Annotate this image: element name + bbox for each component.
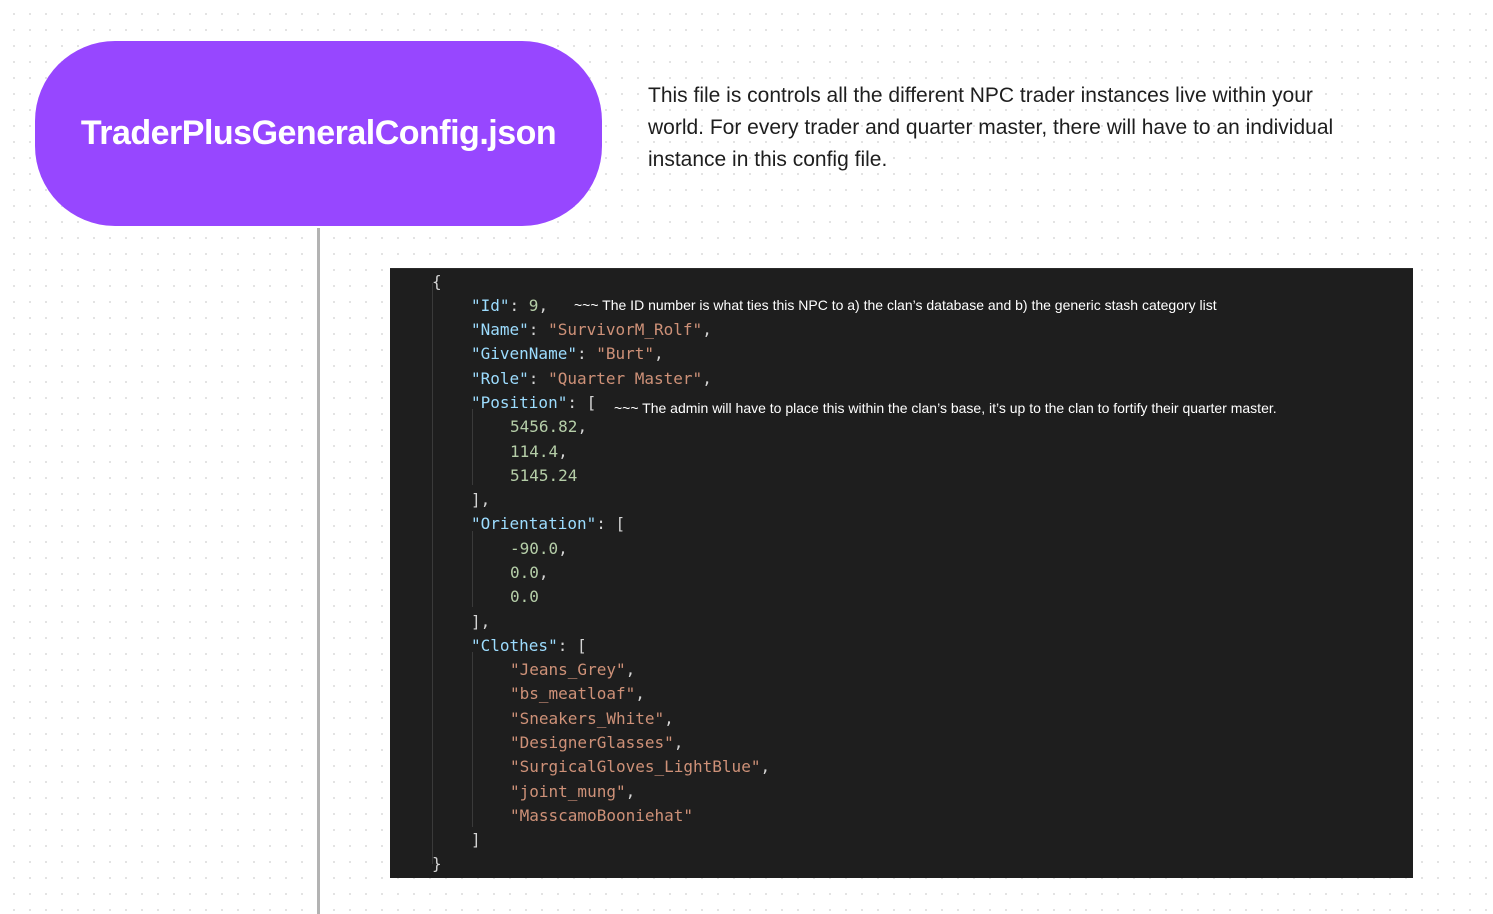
indent-guide-orientation <box>472 531 473 607</box>
connector-line <box>317 228 320 914</box>
file-title: TraderPlusGeneralConfig.json <box>80 114 557 152</box>
code-line-clothes: "Clothes": [ <box>471 636 587 655</box>
clothes-item: "MasscamoBooniehat" <box>510 806 694 825</box>
code-close-brace: } <box>432 854 442 873</box>
orientation-value: 0.0 <box>510 587 539 606</box>
clothes-item: "joint_mung", <box>510 782 636 801</box>
code-open-brace: { <box>432 272 442 291</box>
code-panel: { "Id": 9, ~~~ The ID number is what tie… <box>390 268 1413 878</box>
orientation-value: 0.0, <box>510 563 549 582</box>
position-value: 5456.82, <box>510 417 588 436</box>
position-value: 5145.24 <box>510 466 578 485</box>
json-key: "Id" <box>471 296 510 315</box>
clothes-item: "DesignerGlasses", <box>510 733 684 752</box>
code-line-id: "Id": 9, <box>471 296 549 315</box>
code-close-bracket: ] <box>471 830 481 849</box>
indent-guide-position <box>472 409 473 485</box>
json-key: "Name" <box>471 320 529 339</box>
code-line-position: "Position": [ <box>471 393 597 412</box>
json-value: 9 <box>528 296 539 315</box>
code-line-orientation: "Orientation": [ <box>471 514 626 533</box>
json-value: "Quarter Master" <box>548 369 703 388</box>
clothes-item: "bs_meatloaf", <box>510 684 645 703</box>
id-annotation: ~~~ The ID number is what ties this NPC … <box>574 297 1217 313</box>
json-key: "Orientation" <box>471 514 597 533</box>
file-description: This file is controls all the different … <box>648 84 1334 171</box>
code-line-role: "Role": "Quarter Master", <box>471 369 712 388</box>
json-key: "Role" <box>471 369 529 388</box>
code-close-bracket: ], <box>471 490 491 509</box>
orientation-value: -90.0, <box>510 539 568 558</box>
code-line-name: "Name": "SurvivorM_Rolf", <box>471 320 712 339</box>
indent-guide-outer <box>432 283 433 864</box>
json-value: "Burt" <box>596 344 655 363</box>
position-value: 114.4, <box>510 442 568 461</box>
clothes-item: "Sneakers_White", <box>510 709 674 728</box>
json-value: "SurvivorM_Rolf" <box>548 320 703 339</box>
position-annotation: ~~~ The admin will have to place this wi… <box>614 400 1277 416</box>
code-close-bracket: ], <box>471 612 491 631</box>
json-key: "Clothes" <box>471 636 558 655</box>
json-key: "GivenName" <box>471 344 577 363</box>
clothes-item: "Jeans_Grey", <box>510 660 636 679</box>
json-key: "Position" <box>471 393 568 412</box>
file-title-pill: TraderPlusGeneralConfig.json <box>35 41 602 226</box>
clothes-item: "SurgicalGloves_LightBlue", <box>510 757 771 776</box>
indent-guide-clothes <box>472 652 473 827</box>
code-line-given-name: "GivenName": "Burt", <box>471 344 664 363</box>
